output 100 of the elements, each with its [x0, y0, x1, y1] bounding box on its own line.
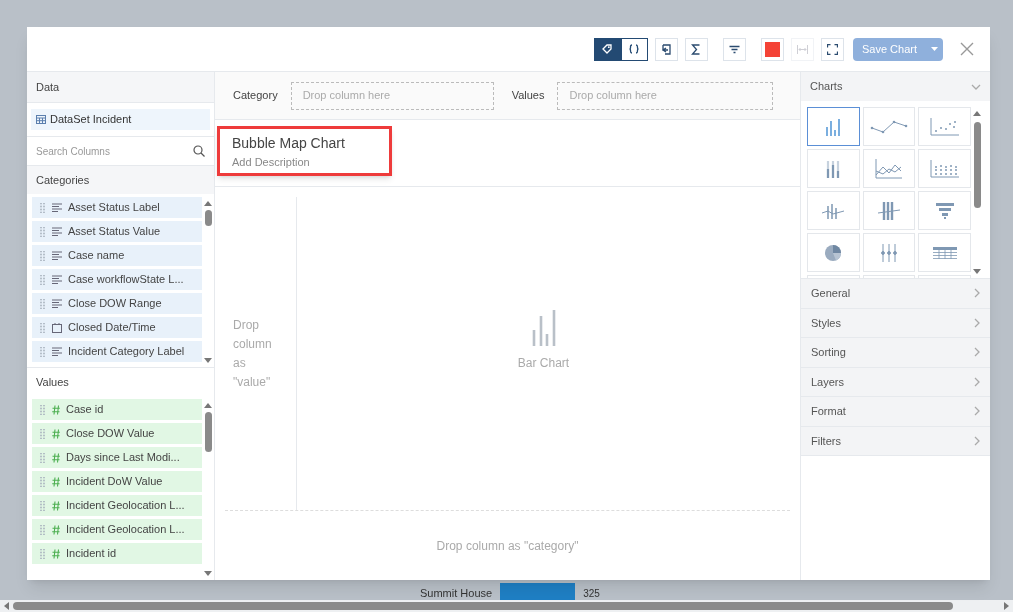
drag-handle-icon[interactable] [40, 202, 46, 213]
section-heading: Categories [35, 172, 91, 188]
drag-handle-icon[interactable] [40, 346, 46, 357]
column-item[interactable]: Case workflowState L... [32, 269, 202, 290]
drag-handle-icon[interactable] [40, 404, 46, 415]
scroll-left-arrow-icon[interactable] [4, 602, 9, 610]
column-item[interactable]: Days since Last Modi... [32, 447, 202, 468]
charts-panel-header[interactable]: Charts [801, 72, 990, 101]
chevron-right-icon [974, 406, 980, 417]
text-lines-icon [52, 203, 62, 212]
text-lines-icon [52, 275, 62, 284]
legend-button[interactable] [654, 37, 678, 61]
filter-icon [728, 44, 740, 54]
scroll-up-arrow-icon[interactable] [973, 111, 981, 116]
drag-handle-icon[interactable] [40, 226, 46, 237]
line-chart-icon [870, 119, 908, 134]
combo-chart-icon [821, 201, 846, 220]
scrollbar-thumb[interactable] [204, 412, 212, 452]
scroll-up-arrow-icon[interactable] [204, 403, 212, 408]
area-chart-icon [875, 158, 903, 179]
scrollbar-thumb[interactable] [204, 210, 212, 226]
field-label: Values [511, 88, 545, 104]
settings-section-row[interactable]: Sorting [801, 338, 990, 368]
column-item[interactable]: Closed Date/Time [32, 317, 202, 338]
close-icon[interactable] [960, 42, 974, 56]
dataset-item[interactable]: DataSet Incident [31, 109, 210, 130]
settings-section-row[interactable]: General [801, 279, 990, 309]
drag-handle-icon[interactable] [40, 548, 46, 559]
sigma-icon [691, 43, 702, 55]
pie-chart-icon [824, 243, 843, 262]
fullscreen-button[interactable] [820, 37, 844, 61]
scatter-chart-icon [929, 117, 960, 136]
column-item[interactable]: Asset Status Label [32, 197, 202, 218]
chart-title-card[interactable]: Bubble Map Chart Add Description [217, 126, 392, 176]
settings-section-row[interactable]: Layers [801, 367, 990, 397]
settings-section-row[interactable]: Styles [801, 308, 990, 338]
hash-icon [52, 548, 60, 559]
table-icon [36, 115, 46, 124]
column-item[interactable]: Close DOW Value [32, 423, 202, 444]
chevron-right-icon [974, 347, 980, 358]
scroll-down-arrow-icon[interactable] [204, 571, 212, 576]
sigma-button[interactable] [684, 37, 708, 61]
drag-handle-icon[interactable] [40, 274, 46, 285]
drag-handle-icon[interactable] [40, 476, 46, 487]
column-item[interactable]: Case id [32, 399, 202, 420]
bar-value: 325 [583, 586, 600, 601]
stacked-bar-chart-icon [826, 158, 841, 179]
row-label: Summit House [420, 585, 493, 601]
chevron-right-icon [974, 435, 980, 446]
search-icon [193, 145, 205, 157]
braces-icon [629, 44, 640, 54]
mode-toggle-button[interactable] [593, 37, 621, 61]
scroll-up-arrow-icon[interactable] [204, 201, 212, 206]
chevron-right-icon [974, 317, 980, 328]
chart-title[interactable]: Bubble Map Chart [232, 133, 377, 154]
table-icon [932, 246, 957, 259]
drag-handle-icon[interactable] [40, 428, 46, 439]
mode-toggle-button[interactable] [620, 37, 648, 61]
scroll-down-arrow-icon[interactable] [973, 269, 981, 274]
filter-button[interactable] [722, 37, 746, 61]
text-lines-icon [52, 347, 62, 356]
search-field[interactable]: Search Columns [27, 137, 214, 166]
settings-section-row[interactable]: Format [801, 397, 990, 427]
stacked-combo-chart-icon [877, 200, 901, 221]
scrollbar-thumb[interactable] [973, 122, 981, 208]
text-lines-icon [52, 227, 62, 236]
drag-handle-icon[interactable] [40, 322, 46, 333]
scroll-down-arrow-icon[interactable] [204, 358, 212, 363]
column-item[interactable]: Case name [32, 245, 202, 266]
column-item[interactable]: Incident Geolocation L... [32, 519, 202, 540]
drag-handle-icon[interactable] [40, 452, 46, 463]
chart-type-caption: Bar Chart [517, 354, 570, 372]
hash-icon [52, 452, 60, 463]
column-item[interactable]: Incident Category Label [32, 341, 202, 362]
text-lines-icon [52, 299, 62, 308]
legend-icon [660, 43, 672, 55]
horizontal-scrollbar-thumb[interactable] [13, 602, 953, 610]
description-placeholder[interactable]: Add Description [232, 154, 377, 171]
scroll-right-arrow-icon[interactable] [1004, 602, 1009, 610]
calendar-icon [52, 322, 62, 333]
column-item[interactable]: Incident DoW Value [32, 471, 202, 492]
hash-icon [52, 428, 60, 439]
column-item[interactable]: Close DOW Range [32, 293, 202, 314]
column-item[interactable]: Asset Status Value [32, 221, 202, 242]
dot-plot-icon [929, 159, 960, 178]
chevron-right-icon [974, 376, 980, 387]
drag-handle-icon[interactable] [40, 524, 46, 535]
hash-icon [52, 524, 60, 535]
hash-icon [52, 476, 60, 487]
column-item[interactable]: Incident id [32, 543, 202, 564]
drag-handle-icon[interactable] [40, 298, 46, 309]
drag-handle-icon[interactable] [40, 500, 46, 511]
drag-handle-icon[interactable] [40, 250, 46, 261]
range-chart-icon [880, 242, 898, 263]
chart-type-tile[interactable] [807, 107, 860, 146]
chevron-down-icon [971, 83, 981, 90]
column-item[interactable]: Incident Geolocation L... [32, 495, 202, 516]
tag-icon [602, 44, 613, 54]
hash-icon [52, 404, 60, 415]
settings-section-row[interactable]: Filters [801, 426, 990, 456]
